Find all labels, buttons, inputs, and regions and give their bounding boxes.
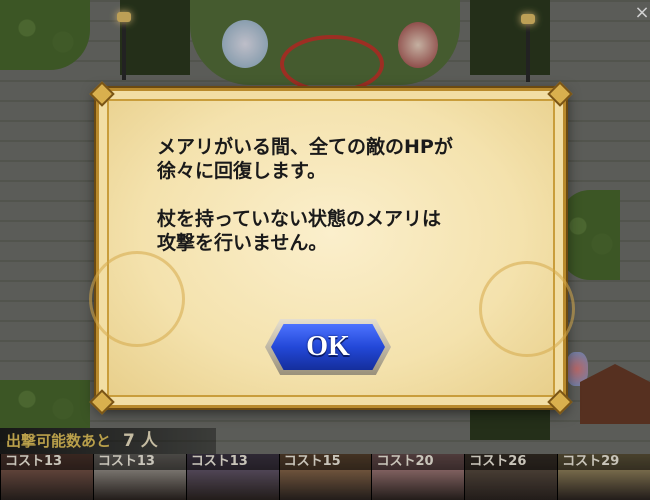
ok-button[interactable]: OK [265, 319, 391, 375]
ornament-swirl [89, 251, 185, 347]
info-dialog: メアリがいる間、全ての敵のHPが 徐々に回復します。 杖を持っていない状態のメア… [89, 81, 575, 415]
dialog-message: メアリがいる間、全ての敵のHPが 徐々に回復します。 杖を持っていない状態のメア… [157, 136, 453, 254]
ok-button-label: OK [306, 331, 350, 362]
ornament-swirl [479, 261, 575, 357]
